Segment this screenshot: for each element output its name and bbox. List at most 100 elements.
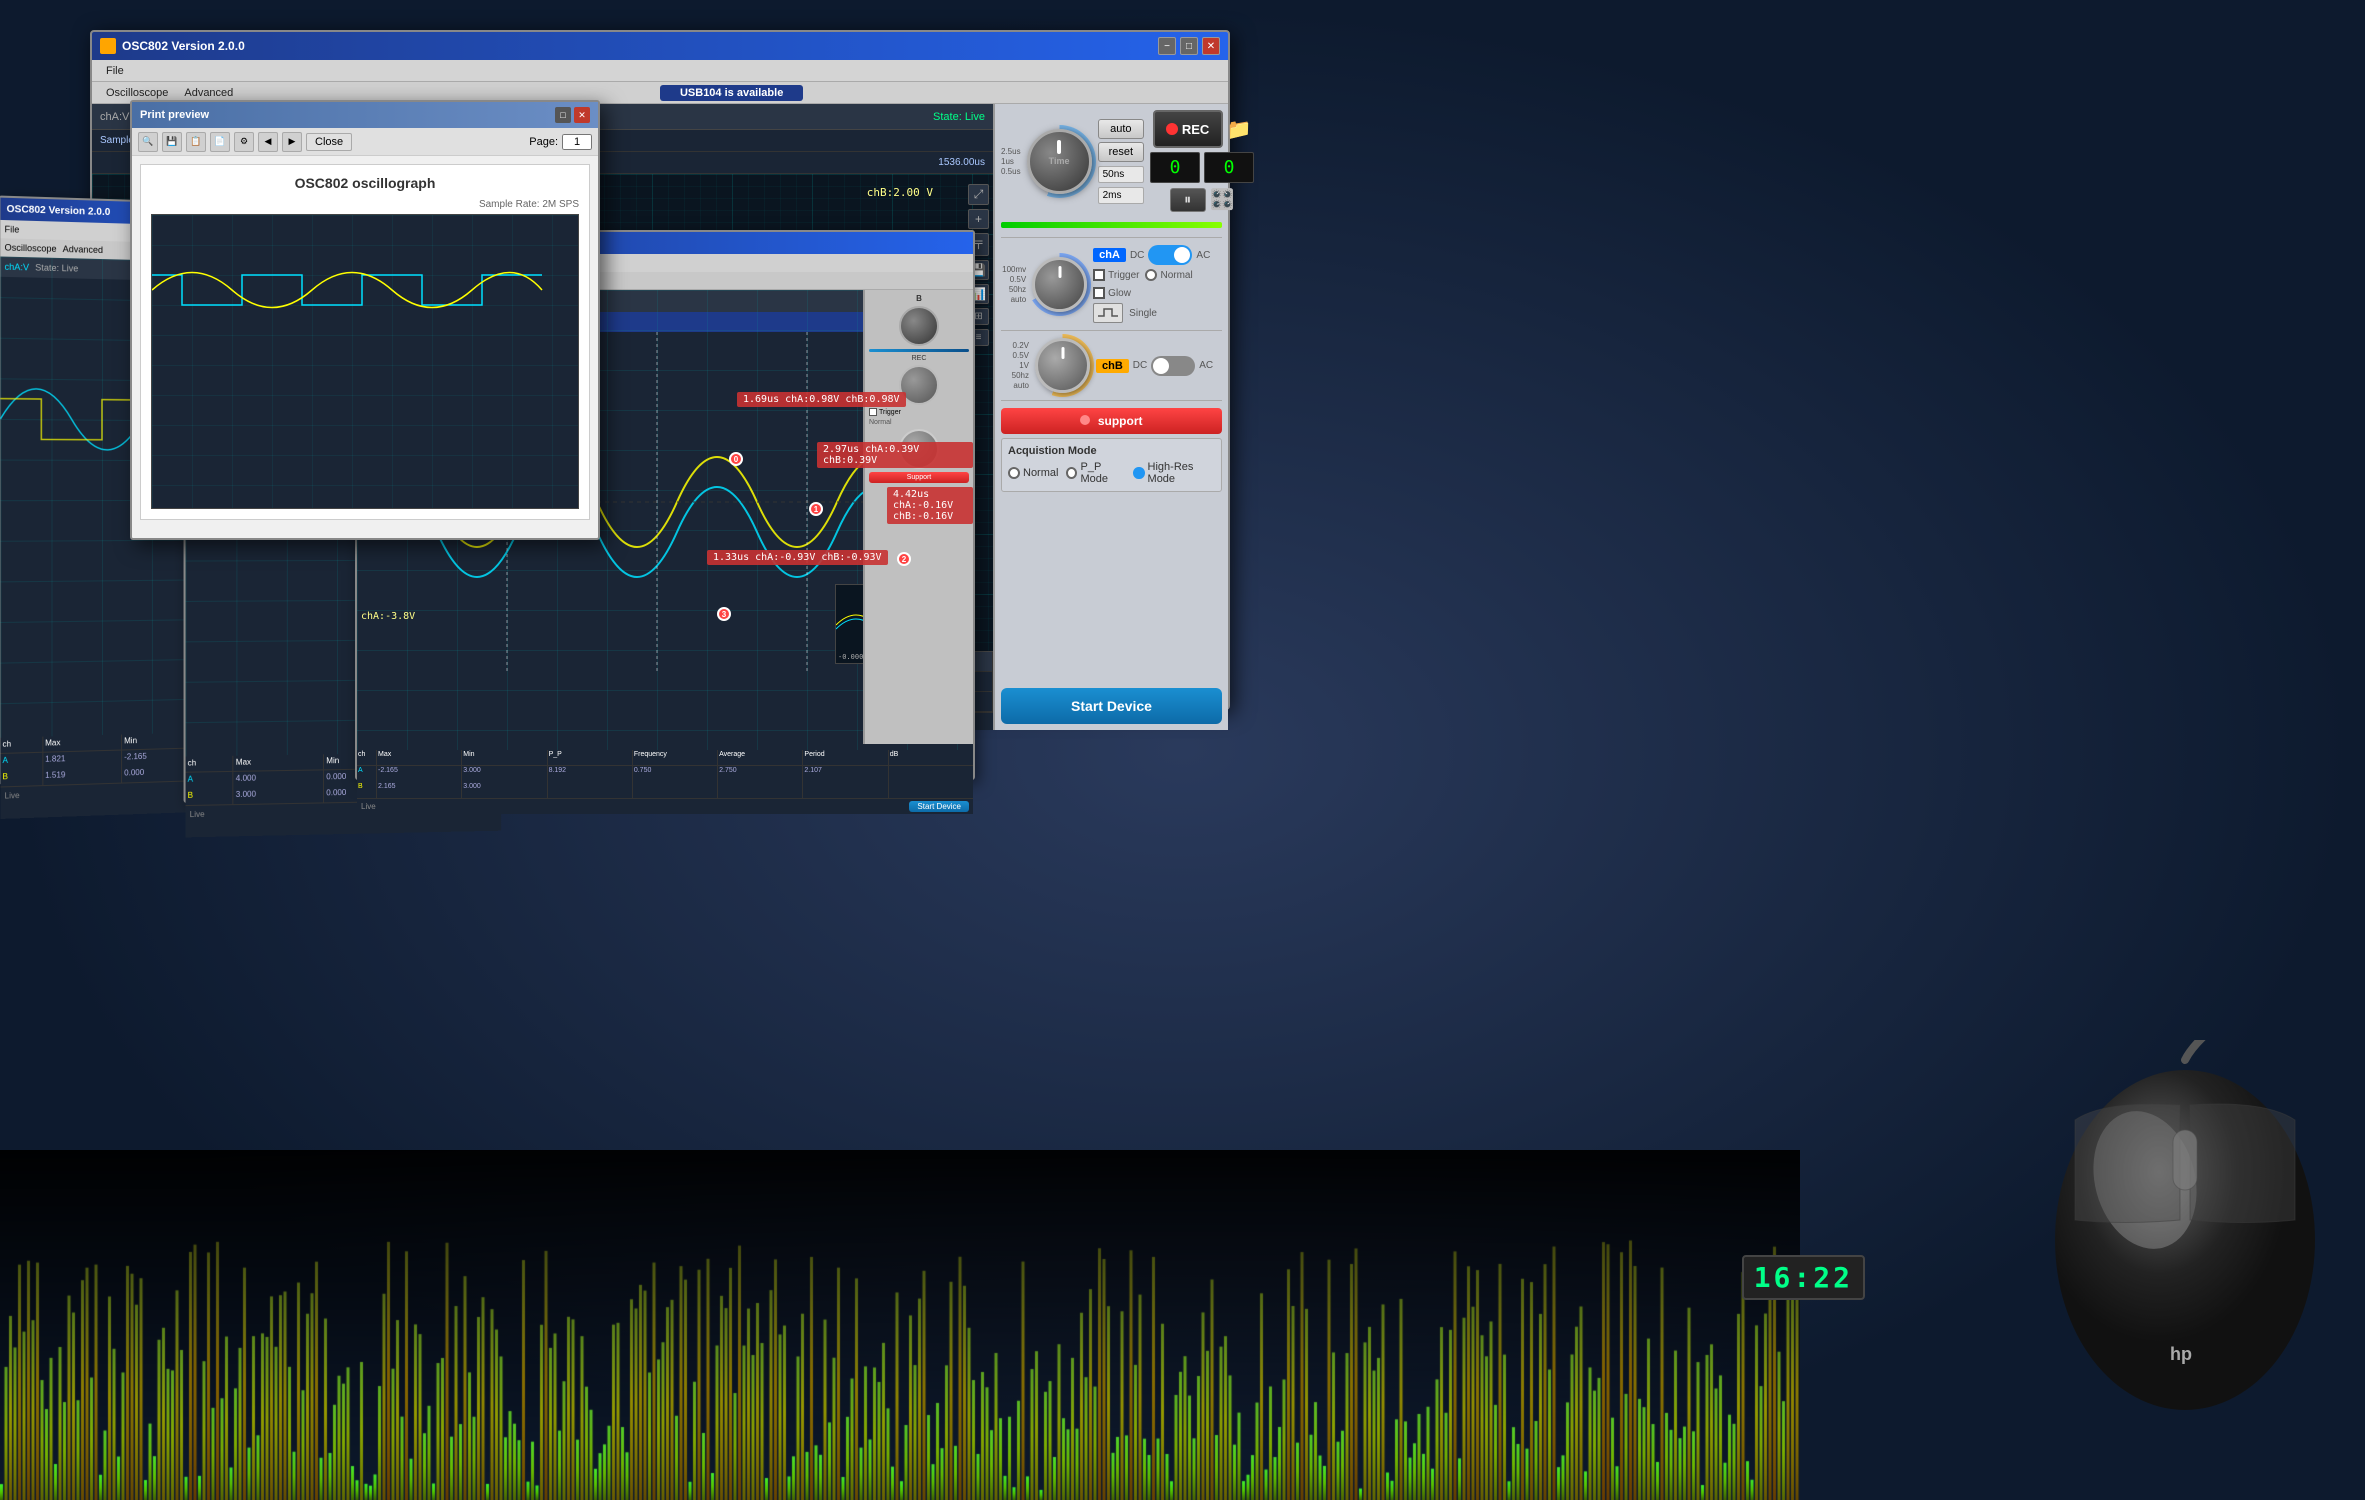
number-displays: 0 0	[1150, 152, 1254, 183]
print-settings-btn[interactable]: ⚙	[234, 132, 254, 152]
print-zoom-btn[interactable]: 🔍	[138, 132, 158, 152]
sw1-file: File	[5, 224, 20, 235]
cha-controls: chA DC AC Trigger	[1093, 245, 1222, 323]
app-icon	[100, 38, 116, 54]
sw1-live: Live	[5, 791, 20, 801]
highres-mode-radio[interactable]	[1133, 467, 1144, 479]
file-menu[interactable]: File	[98, 63, 132, 79]
print-close-btn[interactable]: ✕	[574, 107, 590, 123]
sw1-b-ch: B	[0, 769, 43, 787]
num-display-left: 0	[1150, 152, 1200, 183]
normal-label: Normal	[1160, 270, 1192, 281]
folder-icon[interactable]: 📁	[1227, 117, 1252, 142]
maximize-button[interactable]: □	[1180, 37, 1198, 55]
print-prev-btn[interactable]: ◀	[258, 132, 278, 152]
print-waveform	[152, 215, 578, 508]
cha-50hz: 50hz	[1001, 285, 1026, 294]
mouse-graphic: hp	[2025, 1040, 2345, 1420]
page-label: Page:	[529, 136, 558, 148]
chb-button-row: chB DC AC	[1096, 356, 1213, 376]
support-label: support	[1098, 414, 1143, 428]
chb-toggle-knob	[1153, 358, 1169, 374]
reset-button[interactable]: reset	[1098, 142, 1144, 162]
cha-knob[interactable]	[1032, 257, 1087, 312]
single-label: Single	[1129, 308, 1157, 319]
sw3-start-device-btn[interactable]: Start Device	[909, 801, 969, 812]
print-save-btn[interactable]: 💾	[162, 132, 182, 152]
auto-button[interactable]: auto	[1098, 119, 1144, 139]
time-knob[interactable]: Time	[1027, 129, 1092, 194]
sw3-col-db: dB	[889, 750, 973, 765]
print-minimize-btn[interactable]: □	[555, 107, 571, 123]
close-button[interactable]: ✕	[1202, 37, 1220, 55]
sw3-b-avg	[718, 782, 803, 798]
cha-indicator[interactable]: chA	[1093, 248, 1126, 262]
cursor-tool[interactable]: +	[968, 209, 989, 229]
trigger-checkbox[interactable]	[1093, 269, 1105, 281]
timebase-selector[interactable]: 50ns	[1098, 166, 1144, 183]
meas-dot-3: 3	[717, 607, 731, 621]
divider-1	[1001, 237, 1222, 238]
meas-label-1: 2.97us chA:0.39V chB:0.39V	[817, 442, 973, 468]
rec-folder-row: REC 📁	[1153, 110, 1252, 148]
zoom-tool[interactable]: ⤢	[968, 184, 989, 205]
top-controls-row: 2.5us 1us 0.5us Time auto reset	[1001, 110, 1222, 212]
chb-indicator[interactable]: chB	[1096, 359, 1129, 373]
divider-2	[1001, 330, 1222, 331]
state-label: State: Live	[933, 111, 985, 123]
sw3-a-max: -2.165	[377, 766, 462, 782]
sw3-col-freq: Frequency	[633, 750, 718, 765]
page-number-input[interactable]	[562, 134, 592, 150]
print-preview-title: Print preview	[140, 109, 555, 121]
rec-indicator	[1166, 123, 1178, 135]
sw3-support-btn[interactable]: Support	[869, 472, 969, 483]
cha-toggle[interactable]	[1148, 245, 1192, 265]
menu-bar: File	[92, 60, 1228, 82]
support-button[interactable]: support	[1001, 408, 1222, 434]
print-copy-btn[interactable]: 📋	[186, 132, 206, 152]
advanced-menu[interactable]: Advanced	[176, 85, 241, 101]
chb-knob[interactable]	[1035, 338, 1090, 393]
minimize-button[interactable]: −	[1158, 37, 1176, 55]
glow-checkbox[interactable]	[1093, 287, 1105, 299]
time-label-1us: 1us	[1001, 157, 1021, 166]
print-page-btn[interactable]: 📄	[210, 132, 230, 152]
normal-radio[interactable]	[1145, 269, 1157, 281]
sw3-a-avg: 2.750	[718, 766, 803, 782]
sw3-trigger-checkbox[interactable]	[869, 408, 877, 416]
sw3-rec-label: REC	[869, 355, 969, 362]
cha-volt-labels: 100mv 0.5V 50hz auto	[1001, 265, 1026, 304]
time2-selector[interactable]: 2ms	[1098, 187, 1144, 204]
normal-mode-item: Normal	[1008, 467, 1058, 479]
equalizer-icon[interactable]: 🎛️	[1210, 187, 1235, 212]
trigger-shape-btn[interactable]	[1093, 303, 1123, 323]
time-display: 1536.00us	[938, 157, 985, 168]
sw3-mini-knob1-wrap	[869, 306, 969, 346]
rec-button[interactable]: REC	[1153, 110, 1223, 148]
close-print-btn[interactable]: Close	[306, 133, 352, 151]
chb-ac-label: AC	[1199, 360, 1213, 371]
print-next-btn[interactable]: ▶	[282, 132, 302, 152]
trigger-checkbox-item: Trigger	[1093, 269, 1139, 281]
sw3-mini-knob1[interactable]	[899, 306, 939, 346]
rec-label: REC	[1182, 122, 1209, 137]
normal-radio-item: Normal	[1145, 269, 1192, 281]
usb-status-text: USB104 is available	[660, 85, 803, 101]
pause-button[interactable]: ⏸	[1170, 188, 1206, 212]
sw2-a-ch: A	[186, 772, 234, 789]
divider-3	[1001, 400, 1222, 401]
normal-mode-radio[interactable]	[1008, 467, 1020, 479]
meas-label-2: 4.42us chA:-0.16V chB:-0.16V	[887, 487, 973, 524]
meas-dot-2: 2	[897, 552, 911, 566]
highres-mode-label: High-Res Mode	[1148, 461, 1215, 485]
cha-knob-wrapper	[1032, 257, 1087, 312]
sw3-trigger-lbl: Trigger	[879, 409, 901, 416]
sw3-row-b: B 2.165 3.000	[357, 782, 973, 798]
cha-0_5v: 0.5V	[1001, 275, 1026, 284]
pp-mode-radio[interactable]	[1066, 467, 1077, 479]
oscilloscope-menu[interactable]: Oscilloscope	[98, 85, 176, 101]
sw3-panel-label: B	[869, 294, 969, 303]
start-device-button[interactable]: Start Device	[1001, 688, 1222, 724]
pause-equalizer-row: ⏸ 🎛️	[1170, 187, 1235, 212]
chb-toggle[interactable]	[1151, 356, 1195, 376]
